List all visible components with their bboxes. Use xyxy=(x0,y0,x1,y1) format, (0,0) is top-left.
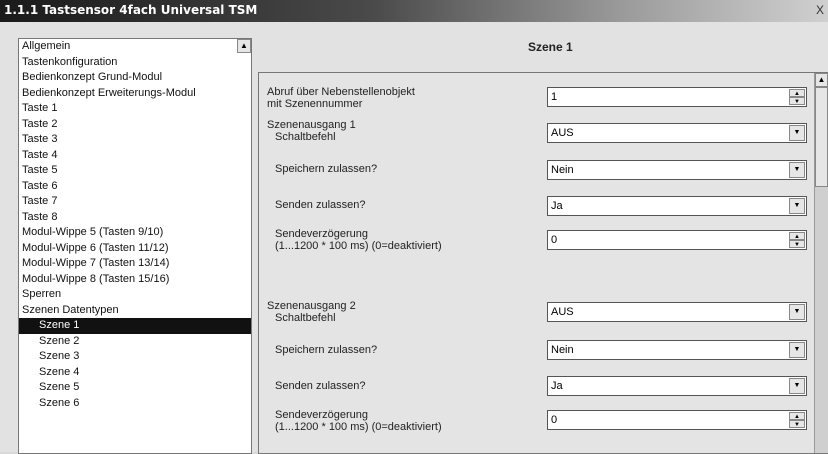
vertical-scrollbar[interactable]: ▲ xyxy=(814,73,828,453)
spin-down-icon[interactable]: ▼ xyxy=(789,240,805,248)
ausgang1-speichern-label: Speichern zulassen? xyxy=(275,163,378,175)
ausgang2-verz-stepper[interactable]: ▲ ▼ xyxy=(789,412,805,428)
page-title: Szene 1 xyxy=(528,40,573,54)
ausgang1-verz-label-line1: Sendeverzögerung xyxy=(275,228,368,240)
ausgang1-senden-label: Senden zulassen? xyxy=(275,199,366,211)
ausgang1-speichern-value: Nein xyxy=(551,164,574,176)
close-icon[interactable]: X xyxy=(816,3,824,17)
ausgang2-schalt-select[interactable]: AUS ▼ xyxy=(547,302,807,322)
abruf-label-line2: mit Szenennummer xyxy=(267,98,363,110)
tree-item[interactable]: Taste 7 xyxy=(19,194,251,210)
ausgang1-heading: Szenenausgang 1 xyxy=(267,119,356,131)
ausgang2-speichern-label: Speichern zulassen? xyxy=(275,344,378,356)
ausgang2-speichern-select[interactable]: Nein ▼ xyxy=(547,340,807,360)
ausgang2-speichern-value: Nein xyxy=(551,344,574,356)
ausgang2-senden-label: Senden zulassen? xyxy=(275,380,366,392)
ausgang1-verz-stepper[interactable]: ▲ ▼ xyxy=(789,232,805,248)
ausgang2-verz-spin-input[interactable]: 0 ▲ ▼ xyxy=(547,410,807,430)
ausgang1-schalt-label: Schaltbefehl xyxy=(275,131,336,143)
ausgang2-senden-value: Ja xyxy=(551,380,563,392)
ausgang2-senden-select[interactable]: Ja ▼ xyxy=(547,376,807,396)
ausgang1-verz-spin-input[interactable]: 0 ▲ ▼ xyxy=(547,230,807,250)
spin-up-icon[interactable]: ▲ xyxy=(789,412,805,420)
tree-item[interactable]: Szenen Datentypen xyxy=(19,303,251,319)
chevron-down-icon[interactable]: ▼ xyxy=(789,198,805,214)
tree-item[interactable]: Modul-Wippe 7 (Tasten 13/14) xyxy=(19,256,251,272)
spin-up-icon[interactable]: ▲ xyxy=(789,232,805,240)
ausgang1-senden-select[interactable]: Ja ▼ xyxy=(547,196,807,216)
tree-item[interactable]: Modul-Wippe 6 (Tasten 11/12) xyxy=(19,241,251,257)
chevron-down-icon[interactable]: ▼ xyxy=(789,342,805,358)
title-bar: 1.1.1 Tastsensor 4fach Universal TSM X xyxy=(0,0,828,22)
chevron-down-icon[interactable]: ▼ xyxy=(789,125,805,141)
tree-item[interactable]: Bedienkonzept Grund-Modul xyxy=(19,70,251,86)
spin-down-icon[interactable]: ▼ xyxy=(789,97,805,105)
chevron-down-icon[interactable]: ▼ xyxy=(789,304,805,320)
abruf-stepper[interactable]: ▲ ▼ xyxy=(789,89,805,105)
chevron-down-icon[interactable]: ▼ xyxy=(789,162,805,178)
scroll-thumb[interactable] xyxy=(815,87,828,187)
tree-item[interactable]: Szene 1 xyxy=(19,318,251,334)
ausgang1-schalt-value: AUS xyxy=(551,127,574,139)
spin-down-icon[interactable]: ▼ xyxy=(789,420,805,428)
window-title: 1.1.1 Tastsensor 4fach Universal TSM xyxy=(4,3,258,17)
tree-item[interactable]: Taste 3 xyxy=(19,132,251,148)
tree-item[interactable]: Szene 2 xyxy=(19,334,251,350)
ausgang2-verz-value: 0 xyxy=(551,414,558,426)
tree-item[interactable]: Taste 2 xyxy=(19,117,251,133)
ausgang2-heading: Szenenausgang 2 xyxy=(267,300,356,312)
ausgang1-senden-value: Ja xyxy=(551,200,563,212)
abruf-value: 1 xyxy=(551,91,558,103)
spin-up-icon[interactable]: ▲ xyxy=(789,89,805,97)
parameter-panel: ▲ Abruf über Nebenstellenobjekt mit Szen… xyxy=(258,72,828,454)
ausgang1-schalt-select[interactable]: AUS ▼ xyxy=(547,123,807,143)
tree-item[interactable]: Szene 3 xyxy=(19,349,251,365)
ausgang2-schalt-value: AUS xyxy=(551,306,574,318)
tree-scroll-up-icon[interactable]: ▲ xyxy=(237,39,251,53)
tree-item[interactable]: Taste 5 xyxy=(19,163,251,179)
chevron-down-icon[interactable]: ▼ xyxy=(789,378,805,394)
ausgang2-schalt-label: Schaltbefehl xyxy=(275,312,336,324)
tree-item[interactable]: Szene 4 xyxy=(19,365,251,381)
abruf-label-line1: Abruf über Nebenstellenobjekt xyxy=(267,86,415,98)
ausgang1-speichern-select[interactable]: Nein ▼ xyxy=(547,160,807,180)
tree-item[interactable]: Taste 6 xyxy=(19,179,251,195)
tree-item[interactable]: Taste 1 xyxy=(19,101,251,117)
tree-item[interactable]: Szene 6 xyxy=(19,396,251,412)
parameter-tree[interactable]: ▲ Allgemein Tastenkonfiguration Bedienkonz… xyxy=(18,38,252,454)
tree-item[interactable]: Szene 5 xyxy=(19,380,251,396)
tree-item[interactable]: Tastenkonfiguration xyxy=(19,55,251,71)
scroll-up-icon[interactable]: ▲ xyxy=(815,73,828,87)
abruf-spin-input[interactable]: 1 ▲ ▼ xyxy=(547,87,807,107)
ausgang2-verz-label-line1: Sendeverzögerung xyxy=(275,409,368,421)
tree-item[interactable]: Modul-Wippe 8 (Tasten 15/16) xyxy=(19,272,251,288)
ausgang1-verz-label-line2: (1...1200 * 100 ms) (0=deaktiviert) xyxy=(275,240,442,252)
tree-item[interactable]: Sperren xyxy=(19,287,251,303)
ausgang1-verz-value: 0 xyxy=(551,234,558,246)
tree-item[interactable]: Allgemein xyxy=(19,39,251,55)
ausgang2-verz-label-line2: (1...1200 * 100 ms) (0=deaktiviert) xyxy=(275,421,442,433)
tree-item[interactable]: Bedienkonzept Erweiterungs-Modul xyxy=(19,86,251,102)
tree-item[interactable]: Modul-Wippe 5 (Tasten 9/10) xyxy=(19,225,251,241)
tree-item[interactable]: Taste 8 xyxy=(19,210,251,226)
tree-item[interactable]: Taste 4 xyxy=(19,148,251,164)
